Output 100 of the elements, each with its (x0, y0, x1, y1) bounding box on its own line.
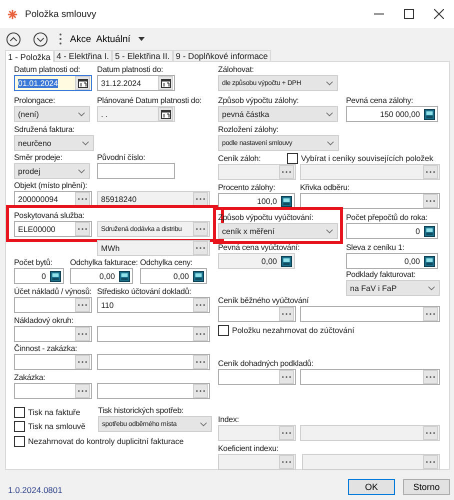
lookup-field[interactable]: ELE00000 (14, 221, 92, 237)
checkbox-label: Položku nezahrnovat do zúčtování (232, 326, 354, 334)
field-label: Nákladový okruh: (14, 315, 74, 326)
maximize-icon (404, 9, 414, 19)
lookup-field[interactable] (218, 306, 296, 322)
lookup-field[interactable] (218, 369, 296, 385)
lookup-field[interactable]: 110 (97, 297, 210, 313)
field-label: Sleva z ceníku 1: (346, 242, 404, 253)
field-label: Plánované Datum platnosti do: (97, 95, 202, 106)
calendar-icon (78, 78, 88, 88)
calculator-icon (281, 256, 292, 266)
toolbar-menu[interactable]: Akce (68, 34, 94, 44)
lookup-field[interactable] (14, 297, 92, 313)
chevron-up-icon (6, 32, 20, 46)
lookup-field[interactable] (14, 383, 92, 399)
tab[interactable]: 5 - Elektřina II. (112, 50, 173, 61)
field-label: Křivka odběru: (300, 182, 350, 193)
calculator-icon (281, 196, 292, 206)
field-label: Ceník dohadných podkladů: (218, 358, 314, 369)
calendar-icon (160, 109, 170, 119)
field-label: Index: (218, 414, 239, 425)
field-label: Původní číslo: (97, 152, 146, 163)
dropdown[interactable]: ceník x měření (218, 223, 338, 239)
chevron-icon (78, 112, 85, 116)
checkbox[interactable] (218, 324, 229, 336)
close-icon (434, 9, 444, 19)
field-label: Činnost - zakázka: (14, 343, 78, 354)
field-label: Objekt (místo plnění): (14, 180, 88, 191)
number-field[interactable]: 0 (346, 223, 438, 239)
field-label: Datum platnosti od: (14, 64, 80, 75)
caret-icon (138, 37, 145, 41)
dropdown[interactable]: neurčeno (14, 135, 94, 151)
field-label: Účet nákladů / výnosů: (14, 286, 92, 297)
checkbox-label: Vybírat i ceníky souvisejících položek (301, 154, 434, 163)
dropdown[interactable]: prodej (14, 163, 90, 179)
chevron-icon (327, 140, 334, 146)
chevron-icon (428, 286, 435, 290)
field-label: Ceník záloh: (218, 153, 261, 164)
lookup-field[interactable] (14, 354, 92, 370)
dialog-button[interactable]: Storno (403, 479, 450, 495)
field-label: Tisk historických spotřeb: (98, 405, 184, 416)
tab[interactable]: 1 - Položka (5, 50, 54, 62)
calculator-icon (424, 108, 435, 120)
field-label: Počet přepočtů do roka: (346, 212, 428, 223)
date-field[interactable]: 01.01.2024 (14, 75, 92, 91)
field-label: Podklady fakturovat: (346, 269, 416, 280)
chevron-icon (326, 80, 333, 86)
date-field[interactable]: 31.12.2024 (97, 75, 175, 91)
lookup-field[interactable] (97, 383, 210, 399)
field-label: Odchylka ceny: (140, 257, 193, 268)
number-field[interactable]: 0,00 (70, 268, 133, 284)
checkbox-label: Tisk na smlouvě (28, 422, 86, 430)
calculator-icon (50, 270, 61, 282)
tab[interactable]: 9 - Doplňkové informace (172, 50, 271, 61)
field-label: Sdružená faktura: (14, 124, 75, 135)
dropdown[interactable]: (není) (14, 106, 90, 122)
field-label: Koeficient indexu: (218, 443, 278, 454)
number-field[interactable]: 0,00 (140, 268, 207, 284)
field-label: Směr prodeje: (14, 152, 62, 163)
checkbox-label: Nezahrnovat do kontroly duplicitní fakturace (28, 436, 184, 446)
field-label: Poskytovaná služba: (14, 210, 85, 221)
chevron-icon (78, 168, 85, 174)
checkbox[interactable] (14, 436, 25, 446)
field-label: Počet bytů: (14, 257, 52, 268)
lookup-field[interactable] (300, 193, 440, 209)
lookup-field[interactable] (300, 369, 440, 385)
lookup-field[interactable] (14, 326, 92, 342)
calculator-icon (119, 270, 130, 282)
field-label: Ceník běžného vyúčtování (218, 295, 309, 306)
lookup-field[interactable] (300, 306, 440, 322)
next-button[interactable] (31, 30, 49, 48)
field-label: Rozložení zálohy: (218, 124, 279, 135)
chevron-icon (326, 112, 333, 116)
tab[interactable]: 4 - Elektřina I. (54, 50, 112, 61)
more-icon (59, 33, 62, 45)
chevron-icon (82, 140, 89, 146)
number-field[interactable]: 0 (14, 268, 64, 284)
checkbox[interactable] (14, 420, 25, 432)
number-field[interactable]: 150 000,00 (346, 106, 438, 122)
calculator-icon (424, 256, 435, 266)
dropdown[interactable]: na FaV i FaP (346, 280, 440, 296)
calendar-icon (160, 78, 170, 88)
chevron-down-icon (32, 32, 48, 46)
dropdown[interactable]: pevná částka (218, 106, 338, 122)
field-label: Způsob výpočtu zálohy: (218, 95, 299, 106)
toolbar-menu[interactable]: Aktuální (94, 34, 132, 44)
text-field[interactable] (97, 163, 175, 179)
field-label: Zálohovat: (218, 64, 254, 75)
checkbox[interactable] (14, 406, 25, 418)
app-icon (7, 8, 18, 20)
version-label: 1.0.2024.0801 (8, 485, 62, 495)
number-field[interactable]: 0,00 (346, 253, 438, 269)
previous-button[interactable] (4, 30, 22, 48)
checkbox-label: Tisk na faktuře (28, 408, 80, 416)
field-label: Pevná cena zálohy: (346, 95, 414, 106)
lookup-field[interactable] (97, 326, 210, 342)
field-label: Středisko účtování dokladů: (97, 286, 192, 297)
dialog-button[interactable]: OK (348, 479, 395, 495)
window-title: Položka smlouvy (25, 8, 96, 20)
lookup-field[interactable] (97, 354, 210, 370)
